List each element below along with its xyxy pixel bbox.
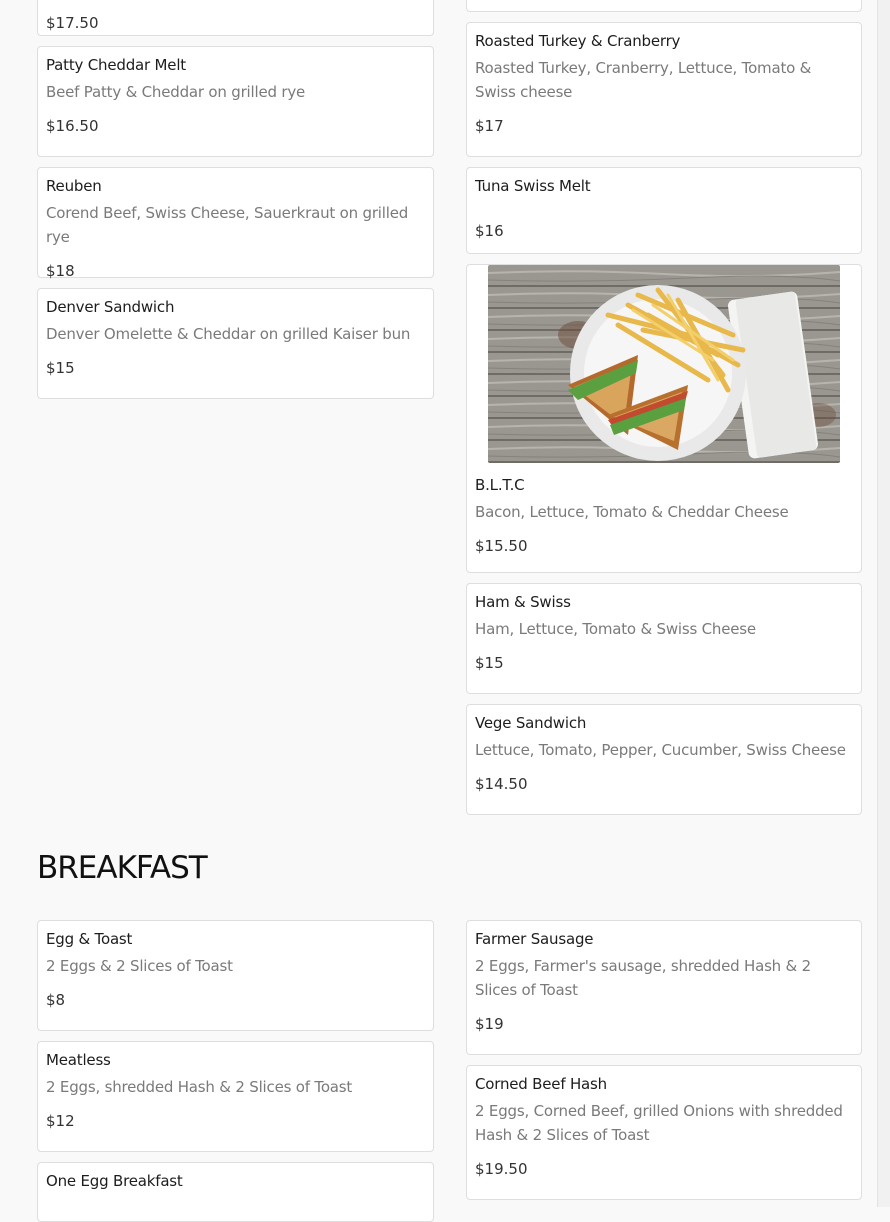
item-price: $14.50 (475, 775, 528, 793)
item-price: $15.50 (475, 537, 528, 555)
vertical-scrollbar[interactable] (877, 0, 890, 1207)
item-description: 2 Eggs, shredded Hash & 2 Slices of Toas… (46, 1078, 353, 1096)
item-name: Meatless (46, 1051, 111, 1069)
item-description: Beef Patty & Cheddar on grilled rye (46, 83, 306, 101)
menu-item-card[interactable]: Roasted Turkey & Cranberry Roasted Turke… (466, 22, 862, 157)
item-name: Corned Beef Hash (475, 1075, 607, 1093)
item-price: $16 (475, 222, 504, 240)
section-title-breakfast: BREAKFAST (37, 850, 208, 886)
item-description: Corend Beef, Swiss Cheese, Sauerkraut on… (46, 204, 409, 246)
menu-item-card[interactable]: Ham & Swiss Ham, Lettuce, Tomato & Swiss… (466, 583, 862, 694)
menu-item-card[interactable]: B.L.T.C Bacon, Lettuce, Tomato & Cheddar… (466, 264, 862, 573)
menu-item-card[interactable]: Meatless 2 Eggs, shredded Hash & 2 Slice… (37, 1041, 434, 1152)
menu-item-card[interactable]: Reuben Corend Beef, Swiss Cheese, Sauerk… (37, 167, 434, 280)
item-description: 2 Eggs, Farmer's sausage, shredded Hash … (475, 957, 811, 999)
menu-item-card[interactable]: Patty Cheddar Melt Beef Patty & Cheddar … (37, 46, 434, 157)
item-name: Roasted Turkey & Cranberry (475, 32, 681, 50)
item-description: 2 Eggs, Corned Beef, grilled Onions with… (475, 1102, 843, 1144)
item-description: Roasted Turkey, Cranberry, Lettuce, Toma… (475, 59, 812, 101)
menu-item-card[interactable]: Egg & Toast 2 Eggs & 2 Slices of Toast $… (37, 920, 434, 1031)
item-description: Denver Omelette & Cheddar on grilled Kai… (46, 325, 411, 343)
item-price: $17.50 (46, 14, 99, 32)
item-description: Ham, Lettuce, Tomato & Swiss Cheese (475, 620, 756, 638)
item-description: Lettuce, Tomato, Pepper, Cucumber, Swiss… (475, 741, 846, 759)
item-name: Denver Sandwich (46, 298, 175, 316)
menu-item-card[interactable]: Denver Sandwich Denver Omelette & Chedda… (37, 288, 434, 399)
item-name: Farmer Sausage (475, 930, 594, 948)
item-price: $18 (46, 262, 75, 280)
menu-item-card[interactable]: Farmer Sausage 2 Eggs, Farmer's sausage,… (466, 920, 862, 1055)
menu-item-card-partial[interactable] (466, 0, 862, 12)
blt-sandwich-photo (488, 265, 840, 463)
item-price: $15 (475, 654, 504, 672)
item-name: Patty Cheddar Melt (46, 56, 186, 74)
menu-item-card[interactable]: Corned Beef Hash 2 Eggs, Corned Beef, gr… (466, 1065, 862, 1200)
menu-item-card[interactable]: Tuna Swiss Melt $16 (466, 167, 862, 254)
menu-item-card-partial[interactable]: $17.50 (37, 0, 434, 36)
menu-item-card[interactable]: Vege Sandwich Lettuce, Tomato, Pepper, C… (466, 704, 862, 815)
menu-item-card[interactable]: One Egg Breakfast (37, 1162, 434, 1222)
item-price: $12 (46, 1112, 75, 1130)
item-name: One Egg Breakfast (46, 1172, 183, 1190)
item-description: 2 Eggs & 2 Slices of Toast (46, 957, 233, 975)
item-name: Tuna Swiss Melt (475, 177, 591, 195)
item-name: Reuben (46, 177, 102, 195)
item-price: $16.50 (46, 117, 99, 135)
item-name: Egg & Toast (46, 930, 133, 948)
item-price: $17 (475, 117, 504, 135)
item-name: Vege Sandwich (475, 714, 587, 732)
item-price: $15 (46, 359, 75, 377)
item-name: Ham & Swiss (475, 593, 571, 611)
item-description: Bacon, Lettuce, Tomato & Cheddar Cheese (475, 503, 789, 521)
item-price: $8 (46, 991, 66, 1009)
item-name: B.L.T.C (475, 476, 525, 494)
item-price: $19.50 (475, 1160, 528, 1178)
item-price: $19 (475, 1015, 504, 1033)
